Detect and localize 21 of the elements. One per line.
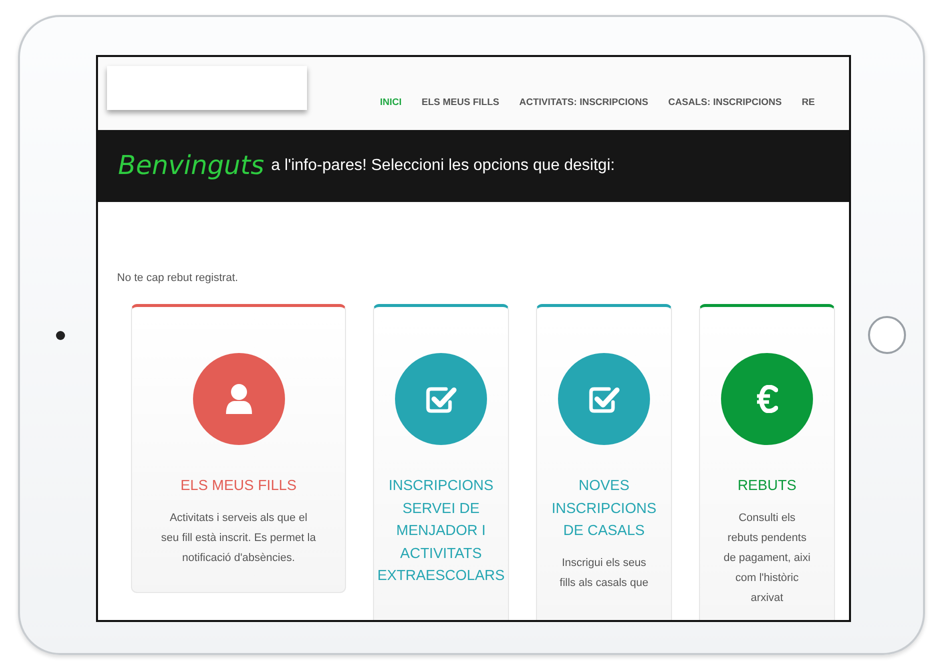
card-description: Inscrigui els seus fills als casals que <box>558 556 650 590</box>
menu-card[interactable]: ELS MEUS FILLS Activitats i serveis als que el seu fill està inscrit. Es permet la notificació d'absències. <box>131 304 346 593</box>
welcome-title: Benvinguts <box>118 151 264 181</box>
camera-icon <box>56 330 65 340</box>
menu-card[interactable]: NOVES INSCRIPCIONS DE CASALS Inscrigui els seus fills als casals que <box>536 304 672 620</box>
home-button[interactable] <box>868 316 906 354</box>
nav-link[interactable]: ACTIVITATS: INSCRIPCIONS <box>519 97 648 130</box>
card-title: REBUTS <box>736 477 798 496</box>
card-title: NOVES INSCRIPCIONS DE CASALS <box>550 477 658 541</box>
nav-link[interactable]: CASALS: INSCRIPCIONS <box>668 97 782 130</box>
menu-card[interactable]: REBUTS Consulti els rebuts pendents de pagament, aixi com l'històric arxivat <box>699 304 835 620</box>
card-description: Activitats i serveis als que el seu fill està inscrit. Es permet la notificació d'absències. <box>160 510 317 566</box>
user-icon <box>224 383 252 415</box>
welcome-text: a l'info-pares! Seleccioni les opcions que desitgi: <box>271 157 615 175</box>
nav-link[interactable]: RE <box>802 97 815 130</box>
card-title: ELS MEUS FILLS <box>179 477 298 496</box>
nav-link[interactable]: ELS MEUS FILLS <box>422 97 500 130</box>
card-description: Consulti els rebuts pendents de pagament, aixi com l'històric arxivat <box>722 510 812 606</box>
notice-text: No te cap rebut registrat. <box>117 272 240 284</box>
card-title: INSCRIPCIONS SERVEI DE MENJADOR I ACTIVITATS EXTRAESCOLARS <box>376 477 506 586</box>
euro-icon <box>756 385 778 413</box>
